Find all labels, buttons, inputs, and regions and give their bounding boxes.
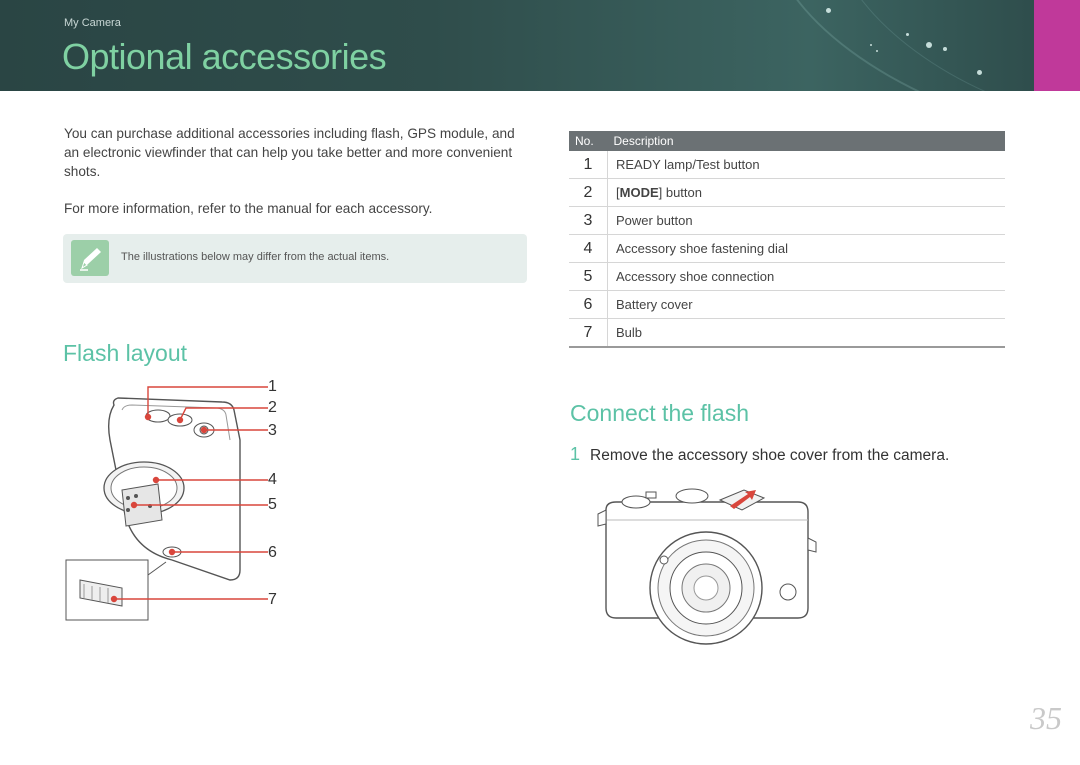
callout-label: 3 — [268, 422, 277, 439]
mode-button-label: MODE — [619, 185, 659, 200]
note-text: The illustrations below may differ from … — [121, 251, 390, 263]
table-row: 7 Bulb — [569, 318, 1005, 348]
flash-illustration — [65, 386, 268, 621]
flash-layout-heading: Flash layout — [63, 340, 188, 366]
breadcrumb[interactable]: My Camera — [64, 17, 121, 29]
callout-label: 5 — [268, 496, 277, 513]
callout-label: 2 — [268, 399, 277, 416]
table-row: 1 READY lamp/Test button — [569, 151, 1005, 179]
sparkle-icon — [906, 33, 909, 36]
table-row: 6 Battery cover — [569, 290, 1005, 319]
parts-table: No. Description 1 READY lamp/Test button… — [569, 131, 1005, 348]
row-description: Battery cover — [607, 290, 1005, 319]
sparkle-icon — [943, 47, 947, 51]
sparkle-icon — [870, 44, 872, 46]
page-title: Optional accessories — [62, 36, 387, 77]
callout-label: 6 — [268, 544, 277, 561]
row-description: Power button — [607, 206, 1005, 235]
row-number: 1 — [569, 151, 608, 179]
pencil-note-icon — [71, 240, 109, 276]
column-header-no: No. — [569, 131, 608, 151]
page-number: 35 — [1030, 700, 1062, 736]
table-row: 2 [MODE] button — [569, 178, 1005, 207]
camera-illustration — [597, 488, 817, 645]
intro-paragraph: You can purchase additional accessories … — [64, 126, 515, 179]
step-text: Remove the accessory shoe cover from the… — [590, 447, 950, 464]
row-number: 4 — [569, 234, 608, 263]
intro-paragraph-reference: For more information, refer to the manua… — [64, 201, 433, 216]
row-description: Accessory shoe connection — [607, 262, 1005, 291]
row-number: 3 — [569, 206, 608, 235]
row-description: [MODE] button — [607, 178, 1005, 207]
row-number: 7 — [569, 318, 608, 348]
table-row: 3 Power button — [569, 206, 1005, 235]
page-header: My Camera Optional accessories — [0, 0, 1080, 91]
row-description: Bulb — [607, 318, 1005, 348]
sparkle-icon — [926, 42, 932, 48]
callout-label: 7 — [268, 591, 277, 608]
sparkle-icon — [977, 70, 982, 75]
row-number: 5 — [569, 262, 608, 291]
row-number: 2 — [569, 178, 608, 207]
instruction-step: 1 Remove the accessory shoe cover from th… — [570, 444, 949, 465]
table-header-row: No. Description — [569, 131, 1005, 151]
row-number: 6 — [569, 290, 608, 319]
table-row: 4 Accessory shoe fastening dial — [569, 234, 1005, 263]
chapter-tab[interactable] — [1034, 0, 1080, 91]
callout-label: 4 — [268, 471, 277, 488]
sparkle-icon — [826, 8, 831, 13]
row-description: Accessory shoe fastening dial — [607, 234, 1005, 263]
note-box: The illustrations below may differ from … — [63, 234, 527, 283]
column-header-description: Description — [607, 131, 1005, 151]
sparkle-icon — [876, 50, 878, 52]
table-row: 5 Accessory shoe connection — [569, 262, 1005, 291]
connect-flash-heading: Connect the flash — [570, 400, 750, 426]
button-suffix: ] button — [658, 185, 702, 200]
row-description: READY lamp/Test button — [607, 151, 1005, 179]
callout-label: 1 — [268, 378, 277, 395]
step-number: 1 — [570, 444, 581, 464]
